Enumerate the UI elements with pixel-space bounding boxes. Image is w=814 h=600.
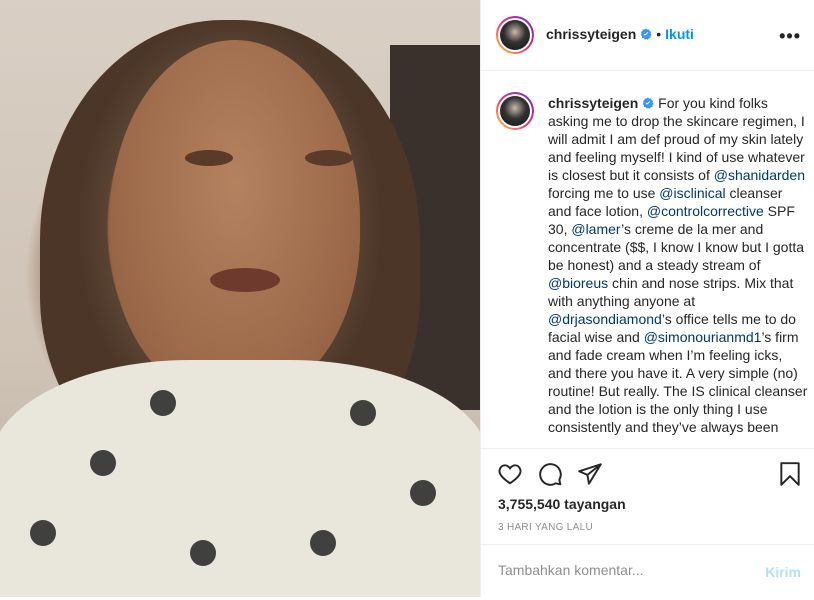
comment-icon[interactable]	[537, 461, 563, 487]
avatar[interactable]	[496, 16, 534, 54]
separator-dot: •	[656, 26, 662, 42]
robe-pattern	[150, 390, 176, 416]
send-icon[interactable]	[577, 461, 603, 487]
face-shape	[110, 40, 360, 400]
post-video[interactable]	[0, 0, 480, 597]
post-actions: 3,755,540 tayangan 3 HARI YANG LALU Kiri…	[481, 448, 814, 599]
verified-badge-icon	[643, 97, 654, 109]
send-comment-button[interactable]: Kirim	[765, 564, 801, 580]
robe-shape	[0, 360, 480, 597]
caption-scroll-area[interactable]: chrissyteigen For you kind folks asking …	[481, 70, 814, 448]
caption-text: chrissyteigen For you kind folks asking …	[548, 94, 808, 436]
header-user: chrissyteigen • Ikuti	[546, 26, 694, 44]
left-eye-shape	[185, 150, 233, 166]
robe-pattern	[190, 540, 216, 566]
robe-pattern	[410, 480, 436, 506]
comment-bar: Kirim	[481, 544, 814, 600]
post-timestamp[interactable]: 3 HARI YANG LALU	[498, 522, 593, 533]
mention-link[interactable]: @isclinical	[659, 185, 725, 201]
mention-link[interactable]: @controlcorrective	[647, 203, 764, 219]
caption-segment: forcing me to use	[548, 185, 660, 201]
mention-link[interactable]: @shanidarden	[714, 167, 805, 183]
more-options-icon[interactable]: •••	[779, 26, 801, 47]
post-header: chrissyteigen • Ikuti •••	[481, 0, 814, 71]
comment-input[interactable]	[498, 562, 728, 578]
robe-pattern	[90, 450, 116, 476]
username-link[interactable]: chrissyteigen	[546, 26, 636, 42]
mention-link[interactable]: @simonourianmd1	[644, 329, 762, 345]
view-count: 3,755,540 tayangan	[498, 496, 626, 512]
caption-body: For you kind folks asking me to drop the…	[548, 95, 807, 435]
mention-link[interactable]: @bioreus	[548, 275, 608, 291]
robe-pattern	[310, 530, 336, 556]
caption-avatar[interactable]	[496, 92, 534, 130]
post-side-panel: chrissyteigen • Ikuti ••• chrissyteigen Fo…	[480, 0, 814, 597]
bookmark-icon[interactable]	[777, 461, 803, 487]
heart-icon[interactable]	[497, 461, 523, 487]
robe-pattern	[30, 520, 56, 546]
mention-link[interactable]: @lamer	[571, 221, 621, 237]
right-eye-shape	[305, 150, 353, 166]
mouth-shape	[210, 268, 280, 292]
follow-button[interactable]: Ikuti	[665, 26, 694, 42]
verified-badge-icon	[641, 28, 652, 40]
mention-link[interactable]: @drjasondiamond	[548, 311, 662, 327]
caption-username[interactable]: chrissyteigen	[548, 95, 638, 111]
robe-pattern	[350, 400, 376, 426]
